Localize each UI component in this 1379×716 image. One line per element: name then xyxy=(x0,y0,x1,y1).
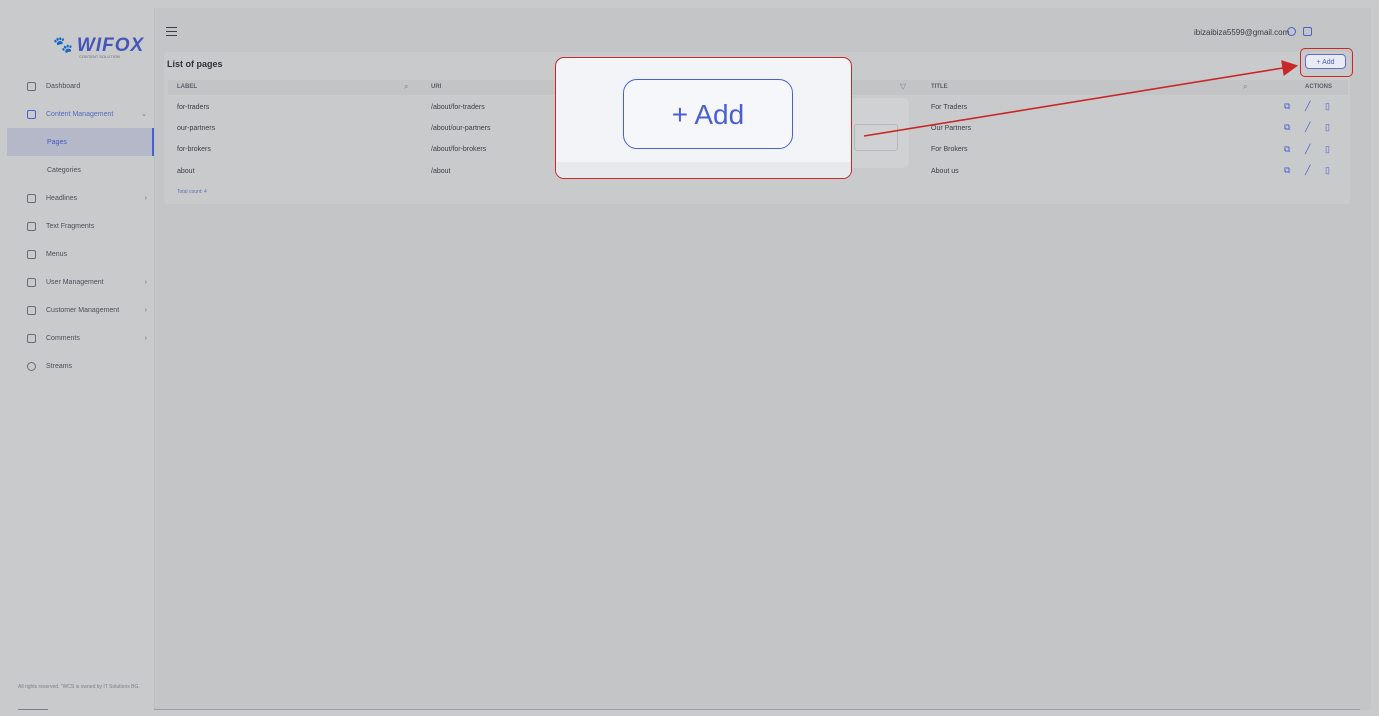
edit-icon[interactable]: ╱ xyxy=(1305,122,1310,133)
menus-icon xyxy=(27,249,36,259)
copy-icon[interactable]: ⧉ xyxy=(1284,165,1290,176)
sidebar-item-user-management[interactable]: User Management › xyxy=(7,268,154,296)
gear-icon[interactable] xyxy=(1287,27,1296,36)
customer-icon xyxy=(27,305,36,315)
chevron-right-icon: › xyxy=(144,334,147,342)
sidebar-item-comments[interactable]: Comments › xyxy=(7,324,154,352)
users-icon xyxy=(27,277,36,287)
cell-uri: /about xyxy=(431,168,451,175)
sidebar-item-headlines[interactable]: Headlines › xyxy=(7,184,154,212)
text-icon xyxy=(27,221,36,231)
comments-icon xyxy=(27,333,36,343)
hamburger-menu-icon[interactable] xyxy=(166,27,177,36)
column-header-title[interactable]: TITLE xyxy=(931,84,948,90)
sidebar-subitem-pages[interactable]: Pages xyxy=(7,128,154,156)
wolf-icon: 🐾 xyxy=(53,37,73,54)
sidebar-item-content-management[interactable]: Content Management ⌄ xyxy=(7,100,154,128)
chevron-right-icon: › xyxy=(144,278,147,286)
search-icon[interactable]: ⌕ xyxy=(1243,82,1247,92)
sidebar-item-label: Comments xyxy=(46,334,80,342)
footer-copyright: All rights reserved. "WCS is owned by IT… xyxy=(18,684,140,690)
headlines-icon xyxy=(27,193,36,203)
cell-label: for-brokers xyxy=(177,146,211,153)
zoom-callout: + Add xyxy=(555,57,852,179)
user-email[interactable]: ibizaibiza5599@gmail.com xyxy=(1194,28,1289,37)
cell-label: about xyxy=(177,168,195,175)
brand-logo[interactable]: 🐾 WIFOX CONTENT SOLUTION xyxy=(53,34,144,59)
delete-icon[interactable]: ▯ xyxy=(1325,101,1330,112)
sidebar-item-label: Menus xyxy=(46,250,68,258)
logout-icon[interactable] xyxy=(1303,27,1312,36)
cell-title: Our Partners xyxy=(931,125,972,132)
sidebar-item-label: User Management xyxy=(46,278,104,286)
sidebar-item-label: Streams xyxy=(46,362,73,370)
content-icon xyxy=(27,109,36,119)
streams-icon xyxy=(27,361,36,371)
sidebar-nav: Dashboard Content Management ⌄ Pages Cat… xyxy=(7,72,154,380)
sidebar-subitem-categories[interactable]: Categories xyxy=(7,156,154,184)
sidebar-item-label: Dashboard xyxy=(46,82,81,90)
divider xyxy=(154,709,1360,710)
filter-icon[interactable]: ▽ xyxy=(900,82,906,91)
sidebar-item-streams[interactable]: Streams xyxy=(7,352,154,380)
callout-strip xyxy=(556,162,851,178)
sidebar: 🐾 WIFOX CONTENT SOLUTION Dashboard Conte… xyxy=(7,8,155,710)
filter-input[interactable] xyxy=(854,124,898,151)
delete-icon[interactable]: ▯ xyxy=(1325,144,1330,155)
divider xyxy=(18,709,48,710)
edit-icon[interactable]: ╱ xyxy=(1305,101,1310,112)
cell-uri: /about/our-partners xyxy=(431,125,491,132)
sidebar-item-text-fragments[interactable]: Text Fragments xyxy=(7,212,154,240)
chevron-right-icon: › xyxy=(144,306,147,314)
add-button-zoomed[interactable]: + Add xyxy=(623,79,793,149)
search-icon[interactable]: ⌕ xyxy=(404,82,408,92)
cell-title: About us xyxy=(931,168,959,175)
sidebar-item-menus[interactable]: Menus xyxy=(7,240,154,268)
cell-label: for-traders xyxy=(177,104,210,111)
column-header-uri[interactable]: URI xyxy=(431,84,441,90)
chevron-down-icon: ⌄ xyxy=(141,111,147,118)
cell-title: For Traders xyxy=(931,104,968,111)
dashboard-icon xyxy=(27,81,36,91)
chevron-right-icon: › xyxy=(144,194,147,202)
column-header-actions: ACTIONS xyxy=(1305,84,1332,90)
sidebar-item-label: Customer Management xyxy=(46,306,120,314)
cell-label: our-partners xyxy=(177,125,216,132)
sidebar-item-dashboard[interactable]: Dashboard xyxy=(7,72,154,100)
copy-icon[interactable]: ⧉ xyxy=(1284,122,1290,133)
cell-uri: /about/for-brokers xyxy=(431,146,487,153)
highlight-box xyxy=(1300,48,1353,77)
sidebar-item-label: Headlines xyxy=(46,194,78,202)
cell-uri: /about/for-traders xyxy=(431,104,485,111)
edit-icon[interactable]: ╱ xyxy=(1305,144,1310,155)
sidebar-item-label: Content Management xyxy=(46,110,114,118)
page-title: List of pages xyxy=(167,59,223,69)
column-header-label[interactable]: LABEL xyxy=(177,84,197,90)
brand-tagline: CONTENT SOLUTION xyxy=(79,54,120,59)
cell-title: For Brokers xyxy=(931,146,968,153)
edit-icon[interactable]: ╱ xyxy=(1305,165,1310,176)
copy-icon[interactable]: ⧉ xyxy=(1284,144,1290,155)
delete-icon[interactable]: ▯ xyxy=(1325,165,1330,176)
delete-icon[interactable]: ▯ xyxy=(1325,122,1330,133)
total-count: Total count: 4 xyxy=(177,189,207,195)
sidebar-item-label: Text Fragments xyxy=(46,222,95,230)
copy-icon[interactable]: ⧉ xyxy=(1284,101,1290,112)
sidebar-item-customer-management[interactable]: Customer Management › xyxy=(7,296,154,324)
